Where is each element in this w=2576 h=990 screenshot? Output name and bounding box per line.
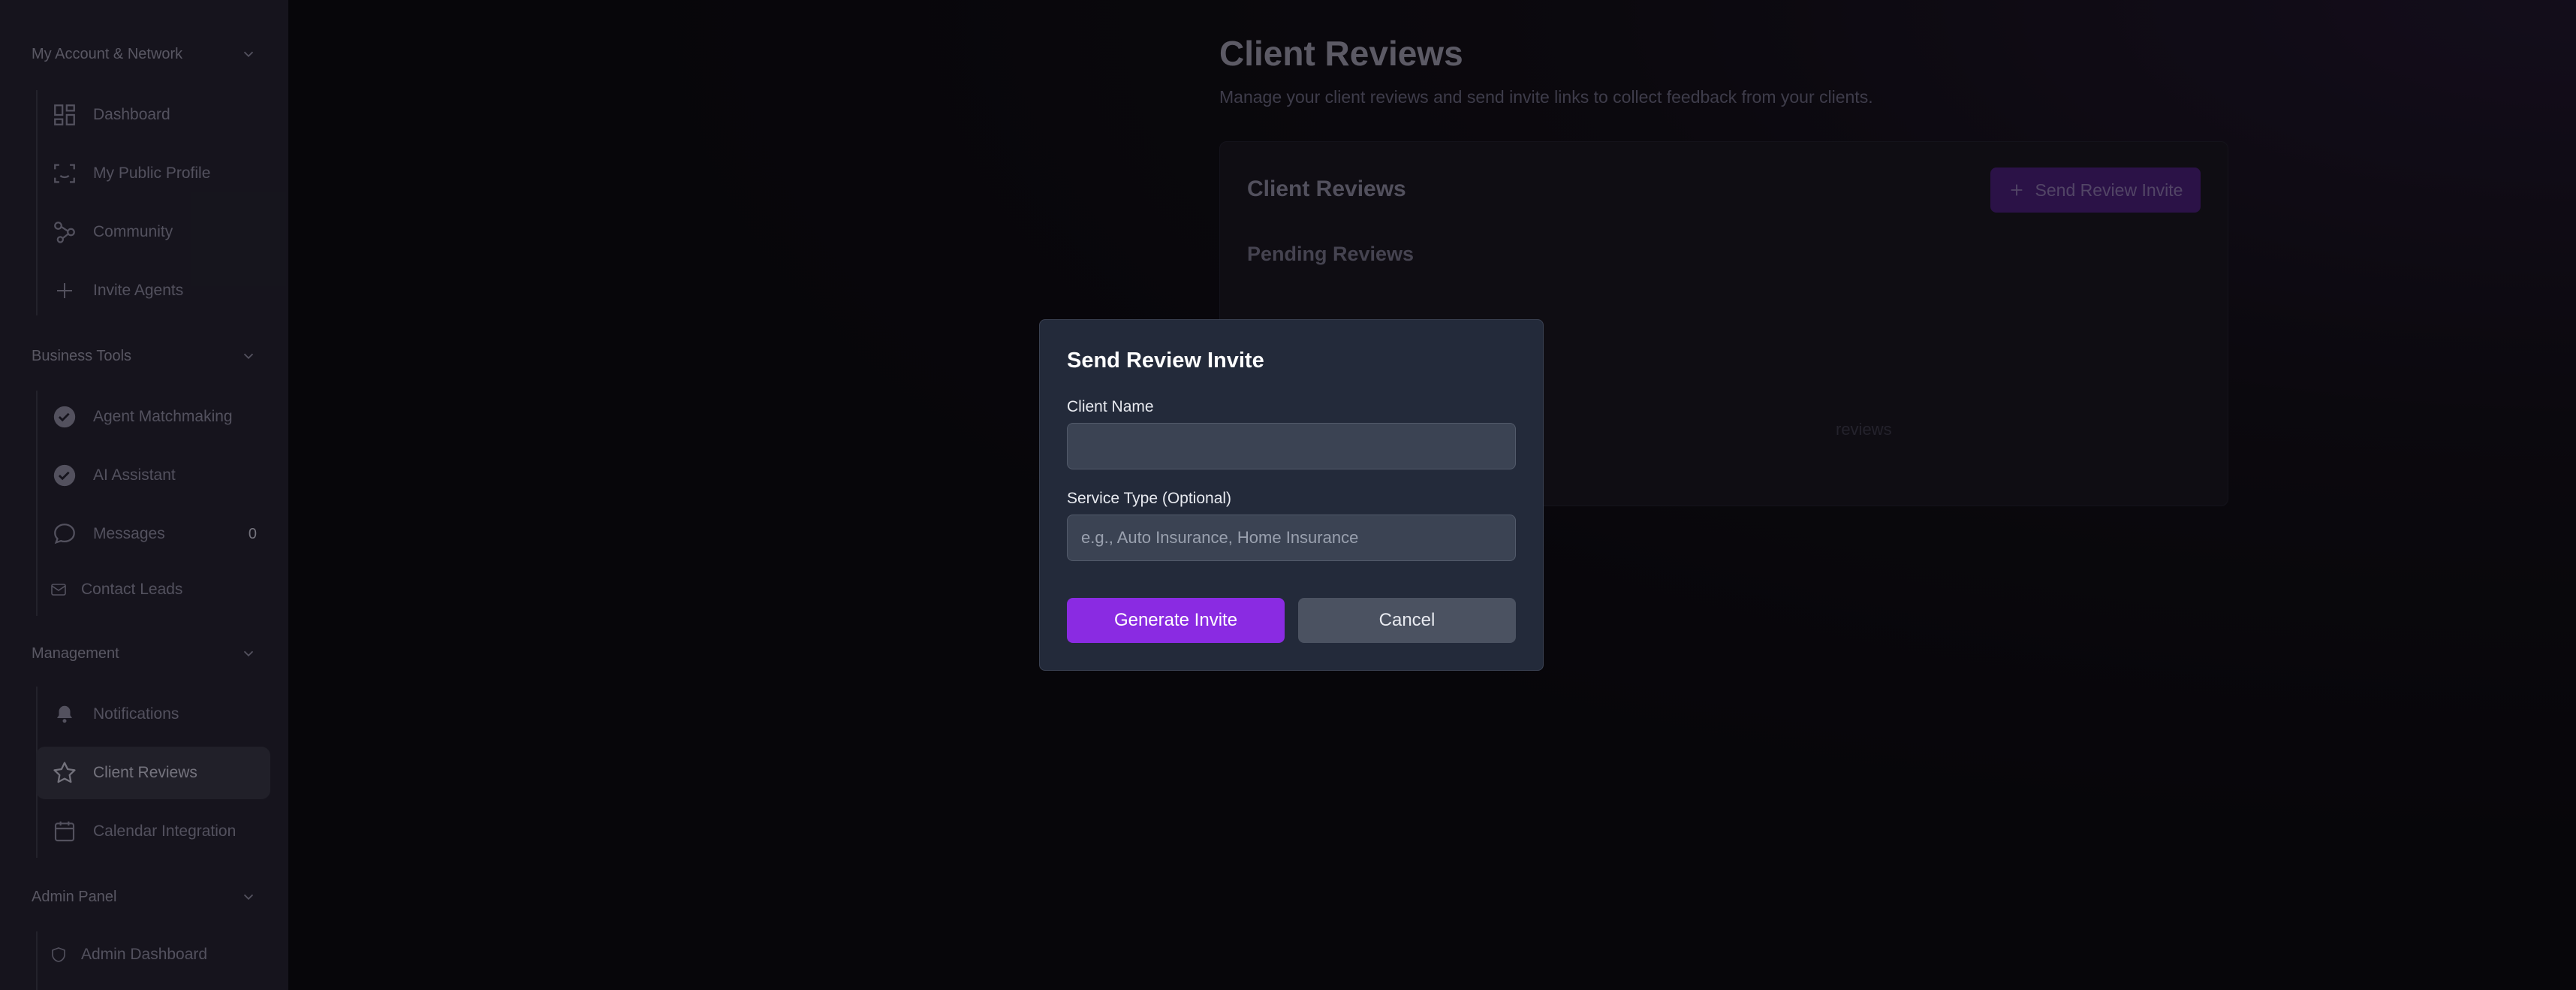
cancel-button[interactable]: Cancel — [1298, 598, 1516, 643]
client-name-label: Client Name — [1067, 398, 1154, 415]
service-type-input[interactable] — [1067, 515, 1516, 561]
dialog-title: Send Review Invite — [1067, 349, 1264, 373]
generate-invite-button[interactable]: Generate Invite — [1067, 598, 1285, 643]
client-name-input[interactable] — [1067, 423, 1516, 469]
service-type-label: Service Type (Optional) — [1067, 490, 1232, 507]
send-review-invite-dialog: Send Review Invite Client Name Service T… — [1039, 319, 1544, 671]
